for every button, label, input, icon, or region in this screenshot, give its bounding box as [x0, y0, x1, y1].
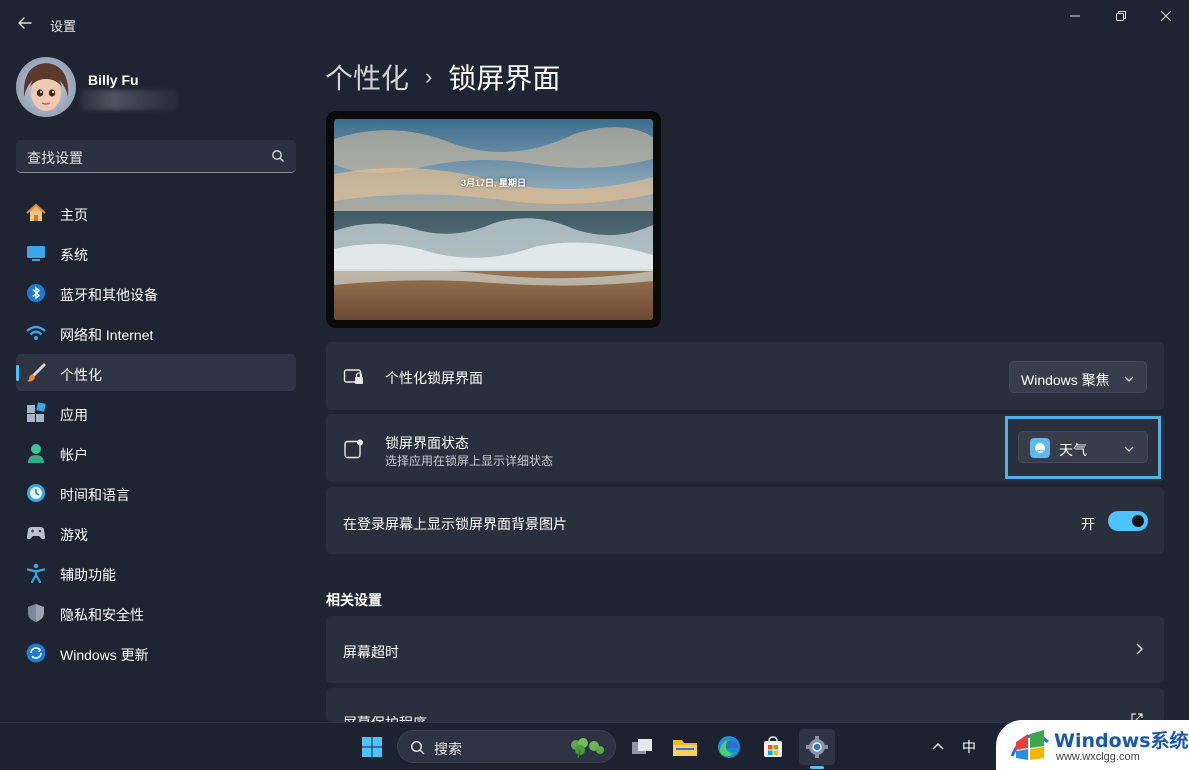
sidebar-item-windows-update[interactable]: Windows 更新	[16, 634, 296, 671]
status-icon	[343, 438, 365, 460]
chevron-up-icon[interactable]	[930, 739, 946, 755]
search-icon	[271, 149, 285, 163]
taskbar-search[interactable]: 搜索	[397, 730, 616, 763]
sidebar-item-label: 系统	[60, 247, 88, 263]
sidebar-item-accessibility[interactable]: 辅助功能	[16, 554, 296, 591]
user-email-blurred	[80, 90, 178, 110]
sidebar: Billy Fu 查找设置 主页 系统 蓝牙和其他设备 网络和 Internet…	[0, 48, 310, 723]
back-arrow-icon[interactable]	[14, 12, 36, 34]
bluetooth-icon	[25, 282, 47, 304]
sidebar-item-system[interactable]: 系统	[16, 234, 296, 271]
app-title: 设置	[50, 19, 77, 34]
breadcrumb: 个性化 › 锁屏界面	[325, 57, 560, 97]
wifi-icon	[25, 322, 47, 344]
search-placeholder: 查找设置	[27, 150, 83, 166]
dropdown-value: Windows 聚焦	[1021, 372, 1110, 388]
sidebar-item-label: 蓝牙和其他设备	[60, 287, 158, 303]
sidebar-item-label: 应用	[60, 407, 88, 423]
sidebar-item-label: 个性化	[60, 367, 102, 383]
ime-indicator[interactable]: 中	[962, 737, 976, 757]
signin-background-toggle[interactable]	[1108, 511, 1148, 531]
system-icon	[25, 242, 47, 264]
settings-gear-icon[interactable]	[799, 729, 835, 765]
screen-saver-link[interactable]: 屏幕保护程序	[326, 688, 1164, 722]
update-icon	[25, 642, 47, 664]
watermark-text: Windows系统城	[1054, 730, 1189, 752]
chevron-down-icon	[1123, 372, 1135, 384]
sidebar-item-label: 隐私和安全性	[60, 607, 144, 623]
sidebar-item-label: 游戏	[60, 527, 88, 543]
related-settings-heading: 相关设置	[326, 592, 382, 608]
sidebar-item-label: 主页	[60, 207, 88, 223]
gamepad-icon	[25, 522, 47, 544]
taskbar-search-label: 搜索	[434, 741, 462, 757]
chevron-right-icon	[1132, 642, 1146, 656]
lock-screen-status-title: 锁屏界面状态	[385, 435, 469, 451]
sidebar-item-home[interactable]: 主页	[16, 194, 296, 231]
task-view-icon[interactable]	[624, 729, 660, 765]
sidebar-item-network[interactable]: 网络和 Internet	[16, 314, 296, 351]
edge-icon[interactable]	[711, 729, 747, 765]
breadcrumb-separator: ›	[425, 64, 433, 89]
sidebar-item-label: 帐户	[60, 447, 88, 463]
home-icon	[25, 202, 47, 224]
avatar[interactable]	[16, 57, 76, 117]
lock-screen-preview: 3月17日, 星期日	[326, 111, 661, 328]
breadcrumb-parent[interactable]: 个性化	[325, 57, 409, 97]
accessibility-icon	[25, 562, 47, 584]
toggle-knob	[1132, 515, 1144, 527]
user-name: Billy Fu	[88, 72, 139, 88]
page-title: 锁屏界面	[448, 63, 561, 94]
sidebar-item-label: 时间和语言	[60, 487, 130, 503]
sidebar-item-apps[interactable]: 应用	[16, 394, 296, 431]
restore-icon[interactable]	[1098, 0, 1144, 32]
lock-screen-status-subtitle: 选择应用在锁屏上显示详细状态	[385, 454, 554, 468]
watermark-logo: Windows系统城 www.wxclgg.com	[996, 720, 1189, 770]
sidebar-item-label: Windows 更新	[60, 647, 149, 663]
screen-saver-label: 屏幕保护程序	[343, 713, 427, 722]
sidebar-item-personalization[interactable]: 个性化	[16, 354, 296, 391]
sidebar-item-label: 辅助功能	[60, 567, 116, 583]
search-icon	[410, 740, 425, 760]
shield-icon	[25, 602, 47, 624]
sidebar-item-privacy[interactable]: 隐私和安全性	[16, 594, 296, 631]
start-icon[interactable]	[354, 729, 390, 765]
sidebar-item-time-language[interactable]: 时间和语言	[16, 474, 296, 511]
screen-timeout-link[interactable]: 屏幕超时	[326, 616, 1164, 683]
close-icon[interactable]	[1143, 0, 1189, 32]
nav-list: 主页 系统 蓝牙和其他设备 网络和 Internet 个性化 应用 帐户 时间和…	[16, 194, 296, 674]
sidebar-item-label: 网络和 Internet	[60, 327, 154, 343]
sidebar-item-bluetooth[interactable]: 蓝牙和其他设备	[16, 274, 296, 311]
lock-screen-preview-image: 3月17日, 星期日	[334, 119, 653, 320]
screen-timeout-label: 屏幕超时	[343, 644, 399, 660]
highlight-frame	[1005, 416, 1161, 479]
signin-background-card: 在登录屏幕上显示锁屏界面背景图片	[326, 487, 1164, 554]
lock-screen-icon	[343, 366, 365, 388]
preview-date: 3月17日, 星期日	[460, 178, 527, 188]
toggle-state-label: 开	[1081, 516, 1095, 532]
file-explorer-icon[interactable]	[667, 729, 703, 765]
account-icon	[25, 442, 47, 464]
active-app-indicator	[810, 766, 824, 769]
personalize-lock-screen-dropdown[interactable]: Windows 聚焦	[1009, 361, 1147, 393]
time-language-icon	[25, 482, 47, 504]
sidebar-item-gaming[interactable]: 游戏	[16, 514, 296, 551]
personalize-lock-screen-card: 个性化锁屏界面 Windows 聚焦	[326, 342, 1164, 410]
minimize-icon[interactable]	[1052, 0, 1098, 32]
store-icon[interactable]	[755, 729, 791, 765]
watermark-url: www.wxclgg.com	[1056, 751, 1140, 763]
signin-background-title: 在登录屏幕上显示锁屏界面背景图片	[343, 516, 567, 532]
clover-icon	[566, 735, 608, 764]
search-input[interactable]: 查找设置	[16, 140, 296, 173]
personalize-lock-screen-title: 个性化锁屏界面	[385, 370, 483, 386]
brush-icon	[25, 362, 47, 384]
title-bar: 设置	[0, 0, 1189, 48]
apps-icon	[25, 402, 47, 424]
sidebar-item-accounts[interactable]: 帐户	[16, 434, 296, 471]
